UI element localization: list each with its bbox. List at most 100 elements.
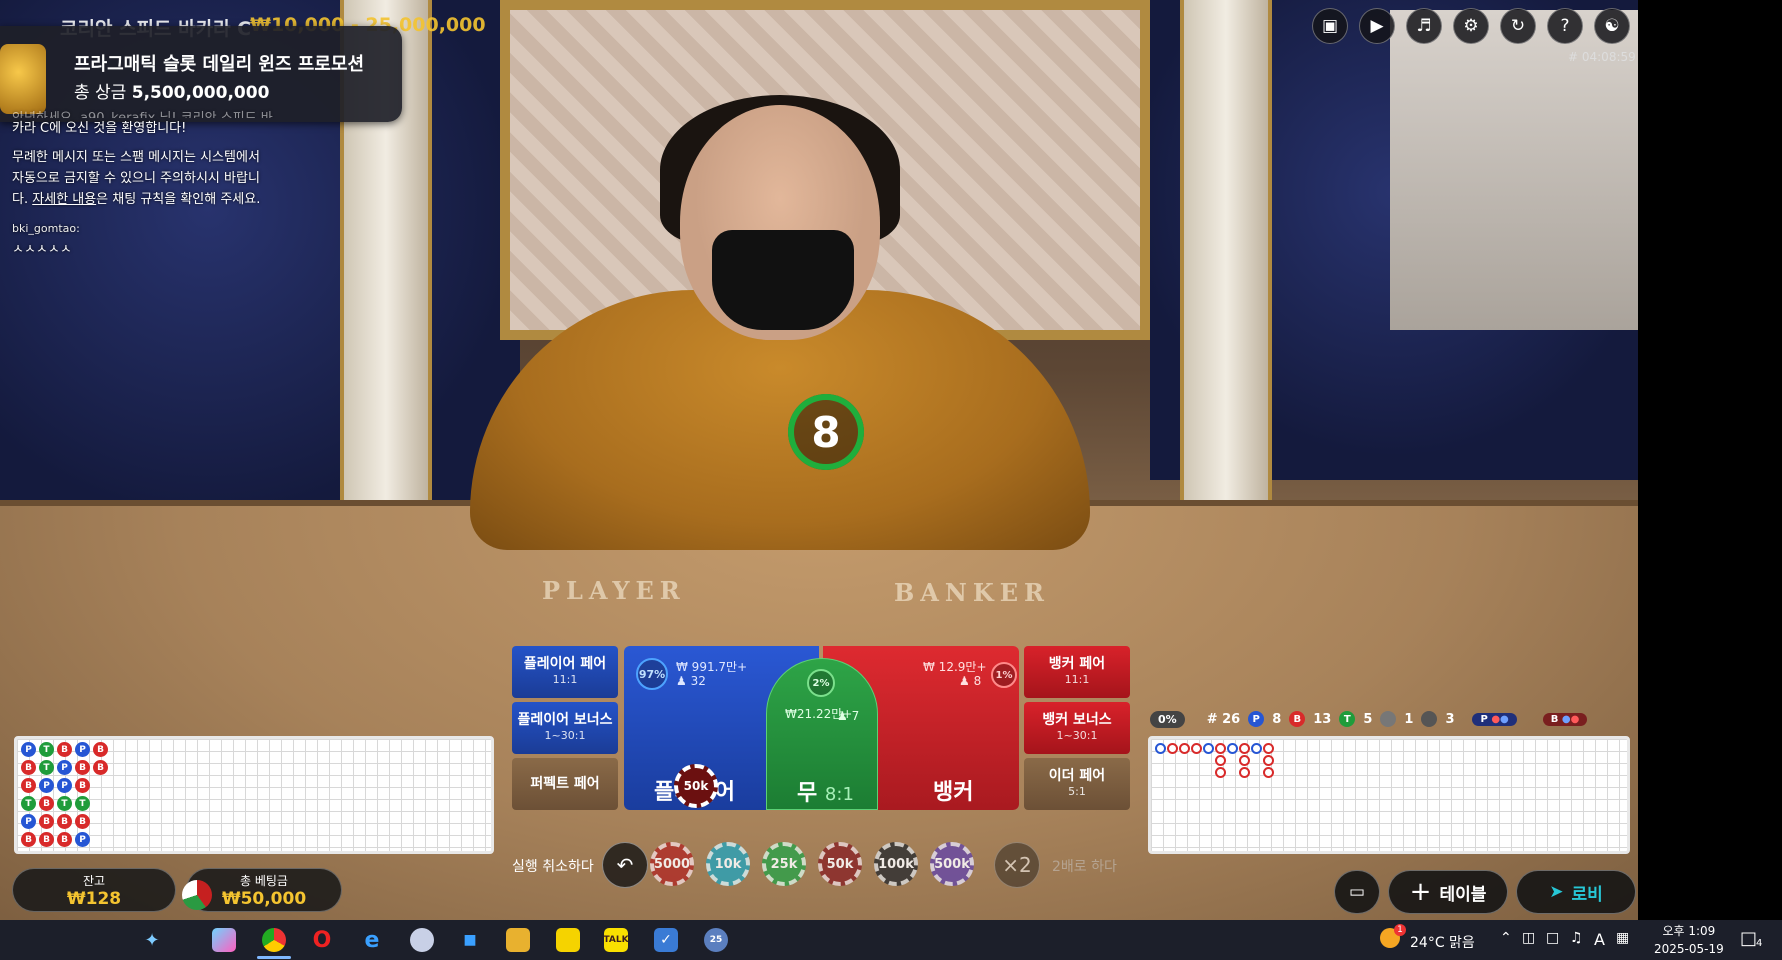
app-icon[interactable]: 25 <box>704 928 728 952</box>
editor-icon[interactable]: ✓ <box>654 928 678 952</box>
lobby-button-label: 로비 <box>1571 884 1603 905</box>
either-pair-button[interactable]: 이더 페어 5:1 <box>1024 758 1130 810</box>
active-indicator <box>257 956 291 959</box>
undo-label[interactable]: 실행 취소하다 <box>512 856 594 876</box>
tie-bet-label: 무 8:1 <box>797 781 854 806</box>
banker-pair-button[interactable]: 뱅커 페어 11:1 <box>1024 646 1130 698</box>
banker-pair-count: 3 <box>1445 711 1455 727</box>
player-pair-button[interactable]: 플레이어 페어 11:1 <box>512 646 618 698</box>
sound-icon[interactable]: ♬ <box>1406 8 1442 44</box>
big-road-mark <box>1239 755 1250 766</box>
volume-muted-icon[interactable]: ♫ <box>1570 930 1583 946</box>
big-road-mark <box>1227 743 1238 754</box>
chip-100k[interactable]: 100k <box>874 842 918 886</box>
ie-icon[interactable]: e <box>360 928 384 953</box>
big-road-mark <box>1215 743 1226 754</box>
chat-icon[interactable]: ▣ <box>1312 8 1348 44</box>
undo-icon[interactable]: ↶ <box>602 842 648 888</box>
headset-icon[interactable]: ☯ <box>1594 8 1630 44</box>
sticky-notes-icon[interactable] <box>556 928 580 952</box>
ime-mode-icon[interactable]: ▦ <box>1616 930 1629 946</box>
bead-road-cell: P <box>21 742 36 757</box>
bet-timer: 8 <box>788 394 864 470</box>
tie-count: 5 <box>1363 711 1373 727</box>
banker-bonus-odds: 1~30:1 <box>1056 729 1098 742</box>
chip-10k[interactable]: 10k <box>706 842 750 886</box>
help-icon[interactable]: ? <box>1547 8 1583 44</box>
big-road[interactable] <box>1148 736 1630 854</box>
chip-50k[interactable]: 50k <box>818 842 862 886</box>
big-road-mark <box>1263 755 1274 766</box>
banker-bonus-button[interactable]: 뱅커 보너스 1~30:1 <box>1024 702 1130 754</box>
chrome-icon[interactable] <box>262 928 286 952</box>
player-predict-button[interactable]: P ●● <box>1472 712 1517 726</box>
banker-bet-label: 뱅커 <box>933 780 974 805</box>
balance-label: 잔고 <box>82 873 106 888</box>
table-button[interactable]: + 테이블 <box>1388 870 1508 914</box>
banker-predict-button[interactable]: B ●● <box>1542 712 1588 726</box>
bead-road-cell: P <box>75 832 90 847</box>
weather-text[interactable]: 24°C 맑음 <box>1410 932 1475 952</box>
zero-percent-badge: 0% <box>1150 710 1185 728</box>
lobby-button[interactable]: ➤ 로비 <box>1516 870 1636 914</box>
display-icon[interactable]: □ <box>1546 930 1559 946</box>
player-bonus-button[interactable]: 플레이어 보너스 1~30:1 <box>512 702 618 754</box>
ime-indicator[interactable]: A <box>1594 930 1605 949</box>
bead-road-cell: B <box>21 832 36 847</box>
double-button[interactable]: ×2 <box>994 842 1040 888</box>
bead-road-cell: T <box>39 760 54 775</box>
player-pair-count: 1 <box>1404 711 1414 727</box>
either-pair-label: 이더 페어 <box>1048 768 1106 784</box>
bead-road[interactable]: PBBTPBTTPBBBBPPTBBPBBTBPBB <box>14 736 494 854</box>
tie-odds: 8:1 <box>824 784 854 805</box>
copilot-icon[interactable] <box>212 928 236 952</box>
player-pair-label: 플레이어 페어 <box>523 656 607 672</box>
player-count: 8 <box>1272 711 1282 727</box>
player-bonus-odds: 1~30:1 <box>544 729 586 742</box>
big-road-mark <box>1215 755 1226 766</box>
lobby-arrow-icon: ➤ <box>1549 882 1564 902</box>
network-icon[interactable]: ◫ <box>1522 930 1535 946</box>
chart-app-icon[interactable]: ■ <box>458 928 482 952</box>
promo-title: 프라그매틱 슬롯 데일리 윈즈 프로모션 <box>74 54 365 75</box>
tie-bettor-count: ♟ 7 <box>837 709 860 723</box>
big-road-mark <box>1251 743 1262 754</box>
background-pillar <box>1180 0 1272 500</box>
history-icon[interactable]: ↻ <box>1500 8 1536 44</box>
perfect-pair-button[interactable]: 퍼펙트 페어 <box>512 758 618 810</box>
big-road-mark <box>1239 743 1250 754</box>
felt-player-label: PLAYER <box>542 576 686 605</box>
chip-5000[interactable]: 5000 <box>650 842 694 886</box>
table-button-label: 테이블 <box>1439 884 1487 905</box>
chip-500k[interactable]: 500k <box>930 842 974 886</box>
big-road-mark <box>1263 767 1274 778</box>
chat-rules-link[interactable]: 자세한 내용 <box>32 192 96 207</box>
chip-stack-icon <box>182 880 212 910</box>
video-icon[interactable]: ▶ <box>1359 8 1395 44</box>
either-pair-odds: 5:1 <box>1068 785 1086 798</box>
round-timestamp: # 04:08:59 <box>1568 50 1636 64</box>
balance-display: 잔고 ₩128 <box>12 868 176 912</box>
tray-chevron-icon[interactable]: ⌃ <box>1500 930 1512 946</box>
chip-25k[interactable]: 25k <box>762 842 806 886</box>
big-road-mark <box>1263 743 1274 754</box>
app-icon[interactable] <box>410 928 434 952</box>
opera-icon[interactable]: O <box>310 928 334 953</box>
bead-road-cell: B <box>75 778 90 793</box>
kakaotalk-icon[interactable]: TALK <box>603 928 629 952</box>
notification-icon[interactable]: □ <box>1740 928 1757 949</box>
total-bet-value: ₩50,000 <box>221 888 307 909</box>
fullscreen-toggle-icon[interactable]: ▭ <box>1334 870 1380 914</box>
bead-road-cell: B <box>93 760 108 775</box>
settings-icon[interactable]: ⚙ <box>1453 8 1489 44</box>
player-count-icon: P <box>1248 711 1265 727</box>
bead-road-cell: B <box>21 778 36 793</box>
clock[interactable]: 오후 1:09 2025-05-19 <box>1654 922 1724 958</box>
bead-road-cell: B <box>39 814 54 829</box>
round-number: # 26 <box>1206 711 1241 727</box>
tie-bet-zone[interactable]: 2% ₩21.22만+ ♟ 7 무 8:1 <box>766 658 878 810</box>
folder-icon[interactable] <box>506 928 530 952</box>
copilot-sparkle-icon[interactable]: ✦ <box>140 928 164 952</box>
clock-time: 오후 1:09 <box>1662 924 1716 938</box>
bead-road-cell: B <box>75 760 90 775</box>
